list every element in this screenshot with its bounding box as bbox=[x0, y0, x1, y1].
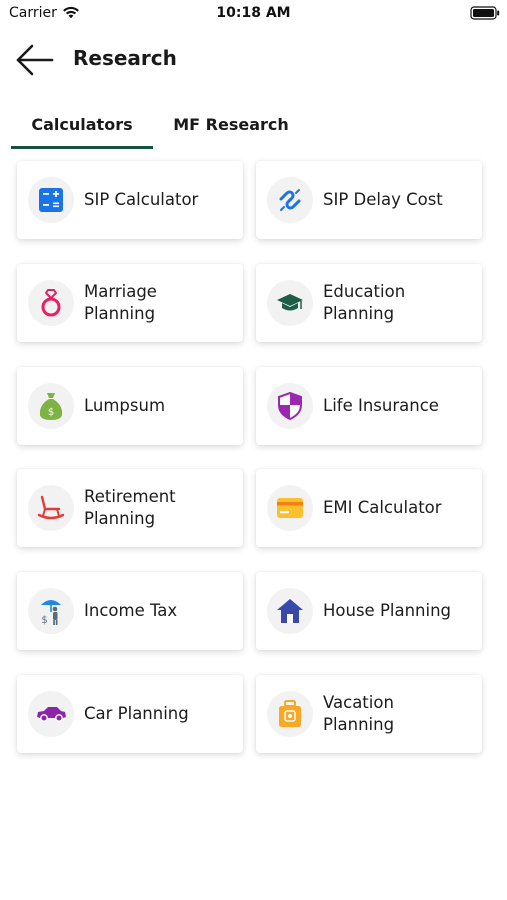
suitcase-icon bbox=[279, 700, 301, 727]
graduation-cap-icon bbox=[277, 294, 303, 311]
person-umbrella-icon: $ bbox=[41, 600, 61, 626]
tab-calculators[interactable]: Calculators bbox=[11, 106, 153, 148]
svg-text:$: $ bbox=[48, 407, 54, 418]
card-label-line: Planning bbox=[84, 509, 156, 528]
card-label: SIP Calculator bbox=[84, 189, 234, 211]
icon-circle bbox=[267, 383, 313, 429]
card-label-line: Retirement bbox=[84, 487, 176, 506]
card-label-line: Car Planning bbox=[84, 704, 189, 723]
house-icon bbox=[277, 599, 303, 623]
card-education-planning[interactable]: Education Planning bbox=[256, 264, 482, 342]
card-label: Life Insurance bbox=[323, 395, 473, 417]
rocking-chair-icon bbox=[37, 495, 65, 520]
page-title: Research bbox=[73, 46, 177, 70]
calculator-icon bbox=[39, 188, 63, 212]
card-emi-calculator[interactable]: EMI Calculator bbox=[256, 469, 482, 547]
card-label-line: Planning bbox=[323, 715, 395, 734]
card-label-line: Planning bbox=[323, 304, 395, 323]
icon-circle: $ bbox=[28, 383, 74, 429]
card-lumpsum[interactable]: $ Lumpsum bbox=[17, 367, 243, 445]
card-label-line: Income Tax bbox=[84, 601, 178, 620]
shield-icon bbox=[278, 392, 302, 420]
car-icon bbox=[37, 707, 66, 722]
arrow-left-icon bbox=[16, 44, 54, 76]
card-label-line: Vacation bbox=[323, 693, 394, 712]
icon-circle bbox=[28, 280, 74, 326]
card-label: Education Planning bbox=[323, 281, 473, 325]
card-label-line: Education bbox=[323, 282, 406, 301]
card-life-insurance[interactable]: Life Insurance bbox=[256, 367, 482, 445]
card-car-planning[interactable]: Car Planning bbox=[17, 675, 243, 753]
card-label: Car Planning bbox=[84, 703, 234, 725]
card-retirement-planning[interactable]: Retirement Planning bbox=[17, 469, 243, 547]
card-vacation-planning[interactable]: Vacation Planning bbox=[256, 675, 482, 753]
active-tab-indicator bbox=[11, 146, 153, 149]
tab-bar: Calculators MF Research bbox=[0, 106, 507, 150]
broken-link-icon bbox=[279, 189, 301, 211]
card-label: Income Tax bbox=[84, 600, 234, 622]
icon-circle bbox=[28, 485, 74, 531]
card-label-line: SIP Calculator bbox=[84, 190, 199, 209]
battery-icon bbox=[470, 6, 500, 20]
card-label-line: Planning bbox=[84, 304, 156, 323]
svg-text:$: $ bbox=[41, 615, 47, 626]
icon-circle bbox=[267, 691, 313, 737]
card-income-tax[interactable]: $ Income Tax bbox=[17, 572, 243, 650]
ring-icon bbox=[41, 289, 61, 317]
card-label-line: EMI Calculator bbox=[323, 498, 442, 517]
card-label: EMI Calculator bbox=[323, 497, 473, 519]
card-label: Vacation Planning bbox=[323, 692, 473, 736]
icon-circle: $ bbox=[28, 588, 74, 634]
card-marriage-planning[interactable]: Marriage Planning bbox=[17, 264, 243, 342]
credit-card-icon bbox=[277, 498, 303, 518]
icon-circle bbox=[267, 177, 313, 223]
icon-circle bbox=[267, 588, 313, 634]
icon-circle bbox=[267, 485, 313, 531]
card-label-line: Marriage bbox=[84, 282, 157, 301]
card-label-line: Life Insurance bbox=[323, 396, 439, 415]
money-bag-icon: $ bbox=[39, 393, 63, 420]
card-house-planning[interactable]: House Planning bbox=[256, 572, 482, 650]
nav-bar: Research bbox=[0, 36, 507, 84]
card-label-line: Lumpsum bbox=[84, 396, 166, 415]
back-button[interactable] bbox=[12, 40, 56, 80]
card-label-line: House Planning bbox=[323, 601, 452, 620]
tab-mf-research[interactable]: MF Research bbox=[161, 106, 301, 148]
status-time: 10:18 AM bbox=[216, 5, 291, 21]
icon-circle bbox=[28, 691, 74, 737]
card-label: Lumpsum bbox=[84, 395, 234, 417]
icon-circle bbox=[28, 177, 74, 223]
icon-circle bbox=[267, 280, 313, 326]
card-sip-delay-cost[interactable]: SIP Delay Cost bbox=[256, 161, 482, 239]
card-label: House Planning bbox=[323, 600, 473, 622]
card-label: SIP Delay Cost bbox=[323, 189, 473, 211]
card-label-line: SIP Delay Cost bbox=[323, 190, 443, 209]
card-label: Retirement Planning bbox=[84, 486, 234, 530]
card-sip-calculator[interactable]: SIP Calculator bbox=[17, 161, 243, 239]
card-label: Marriage Planning bbox=[84, 281, 234, 325]
status-bar: Carrier 10:18 AM bbox=[0, 0, 507, 28]
